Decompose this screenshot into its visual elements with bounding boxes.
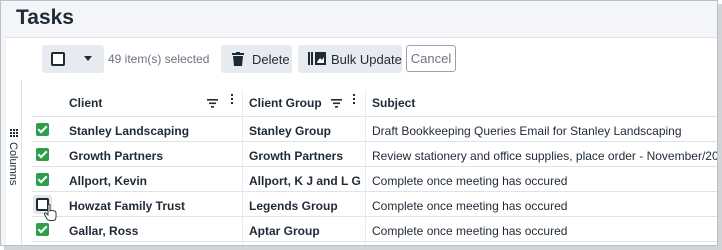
cell-subject: Complete once meeting has occured [372, 224, 568, 238]
cell-client-group: Aptar Group [249, 224, 320, 238]
cell-client-group: Growth Partners [249, 149, 344, 163]
tasks-window: Tasks 49 item(s) selected Delete Bulk Up… [0, 0, 718, 246]
tasks-panel: 49 item(s) selected Delete Bulk Update C… [6, 37, 718, 245]
row-checkbox[interactable] [36, 173, 49, 186]
cancel-button[interactable]: Cancel [406, 45, 456, 72]
cell-client: Gallar, Ross [69, 224, 139, 238]
row-divider [32, 141, 717, 142]
column-divider [365, 90, 366, 245]
columns-label: Columns [7, 142, 19, 186]
cell-subject: Review stationery and office supplies, p… [372, 149, 718, 163]
column-header-subject[interactable]: Subject [372, 96, 415, 110]
row-divider [32, 116, 717, 117]
column-header-client-group[interactable]: Client Group [249, 96, 322, 110]
column-divider [242, 90, 243, 245]
row-divider [32, 191, 717, 192]
column-menu-icon[interactable] [353, 94, 356, 106]
select-all-checkbox[interactable] [51, 52, 65, 66]
row-divider [32, 166, 717, 167]
row-checkbox[interactable] [36, 123, 49, 136]
column-header-client[interactable]: Client [69, 96, 102, 110]
cell-subject: Complete once meeting has occured [372, 199, 568, 213]
row-divider [32, 216, 717, 217]
cell-client: Allport, Kevin [69, 174, 148, 188]
cell-client: Growth Partners [69, 149, 164, 163]
delete-label: Delete [252, 52, 290, 67]
page-title: Tasks [16, 6, 74, 29]
filter-icon[interactable] [331, 95, 342, 113]
row-checkbox[interactable] [36, 148, 49, 161]
bulk-edit-icon [308, 52, 326, 68]
trash-icon [232, 52, 244, 69]
select-all-dropdown[interactable] [42, 45, 104, 73]
column-menu-icon[interactable] [231, 94, 234, 106]
cell-client-group: Stanley Group [249, 124, 332, 138]
cell-client: Howzat Family Trust [69, 199, 186, 213]
cell-client-group: Allport, K J and L G [249, 174, 361, 188]
cell-client: Stanley Landscaping [69, 124, 190, 138]
row-divider [32, 241, 717, 242]
cell-client-group: Legends Group [249, 199, 338, 213]
bulk-update-label: Bulk Update [331, 52, 402, 67]
filter-icon[interactable] [207, 95, 218, 113]
columns-side-tab[interactable]: Columns [6, 80, 22, 245]
caret-down-icon[interactable] [84, 56, 92, 61]
cell-subject: Complete once meeting has occured [372, 174, 568, 188]
delete-button[interactable]: Delete [221, 45, 292, 73]
row-checkbox[interactable] [36, 223, 49, 236]
cell-subject: Draft Bookkeeping Queries Email for Stan… [372, 124, 682, 138]
bulk-update-button[interactable]: Bulk Update [298, 45, 402, 73]
selected-count: 49 item(s) selected [108, 52, 210, 66]
